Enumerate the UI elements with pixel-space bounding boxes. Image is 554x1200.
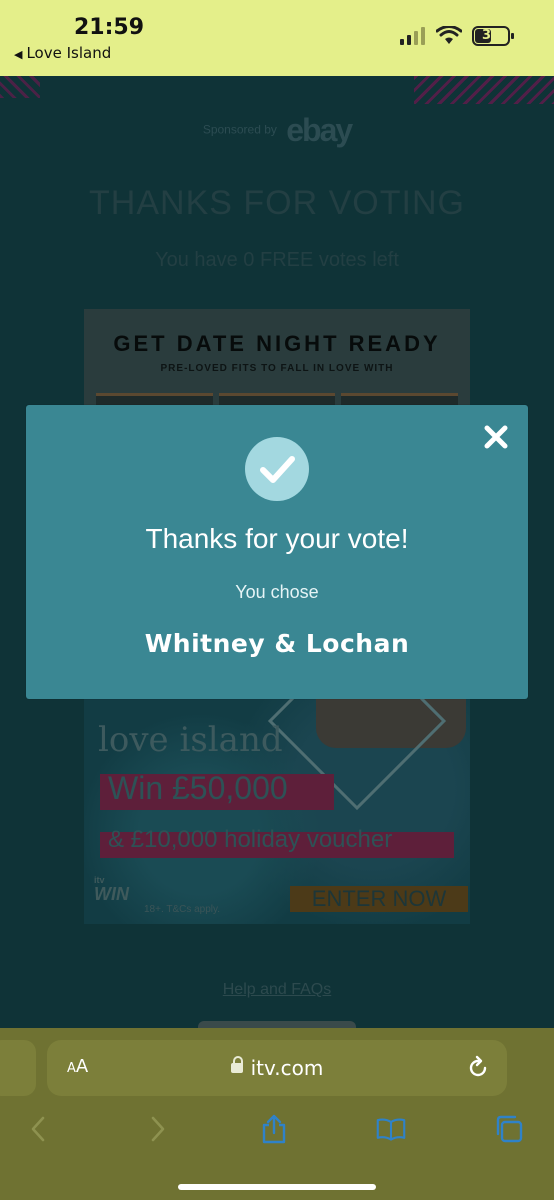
- decorative-stripes-left: [0, 76, 40, 98]
- bookmarks-icon[interactable]: [376, 1114, 406, 1144]
- status-icons: 37: [400, 26, 514, 46]
- back-app-label: Love Island: [26, 44, 112, 62]
- win-amount-text: Win £50,000: [108, 770, 288, 806]
- holiday-voucher-text: & £10,000 holiday voucher: [108, 826, 393, 853]
- url-text: itv.com: [250, 1056, 324, 1080]
- forward-icon[interactable]: [142, 1114, 172, 1144]
- battery-level: 37: [481, 28, 501, 43]
- enter-now-button[interactable]: ENTER NOW: [290, 886, 468, 912]
- sponsored-label: Sponsored by: [202, 122, 277, 137]
- battery-icon: 37: [472, 26, 514, 46]
- help-faqs-link[interactable]: Help and FAQs: [0, 981, 554, 999]
- vote-confirmation-modal: Thanks for your vote! You chose Whitney …: [26, 405, 528, 699]
- reload-icon[interactable]: [465, 1055, 491, 1081]
- browser-chrome: AA itv.com: [0, 1028, 554, 1200]
- page-footer-tab: [198, 1021, 356, 1028]
- tabs-icon[interactable]: [494, 1114, 524, 1144]
- back-icon[interactable]: [24, 1114, 54, 1144]
- win-competition-banner[interactable]: love island Win £50,000 & £10,000 holida…: [84, 698, 470, 924]
- terms-text: 18+. T&Cs apply.: [144, 904, 221, 915]
- itv-win-logo: itv WIN: [94, 876, 129, 905]
- url-display[interactable]: itv.com: [47, 1055, 507, 1080]
- chosen-couple: Whitney & Lochan: [144, 629, 410, 658]
- back-to-app-button[interactable]: ◀ Love Island: [14, 44, 111, 62]
- close-icon[interactable]: [482, 423, 510, 451]
- decorative-stripes-right: [414, 76, 554, 104]
- itv-brand-small: itv: [94, 875, 105, 885]
- lock-icon: [230, 1055, 243, 1073]
- address-bar[interactable]: AA itv.com: [47, 1040, 507, 1096]
- status-bar: 21:59 ◀ Love Island 37: [0, 0, 554, 76]
- status-time: 21:59: [74, 15, 145, 40]
- home-indicator: [178, 1184, 376, 1190]
- previous-tab[interactable]: [0, 1040, 36, 1096]
- modal-subtitle: You chose: [235, 582, 319, 602]
- signal-icon: [400, 27, 425, 45]
- wifi-icon: [436, 26, 462, 44]
- sponsor-line: Sponsored by ebay: [0, 112, 554, 149]
- win-brand: WIN: [94, 884, 129, 904]
- checkmark-icon: [245, 437, 309, 501]
- modal-title: Thanks for your vote!: [145, 523, 409, 554]
- ebay-logo: ebay: [286, 112, 353, 148]
- votes-left-text: You have 0 FREE votes left: [155, 249, 399, 271]
- love-island-logo: love island: [98, 720, 283, 760]
- advert-title: GET DATE NIGHT READY: [113, 331, 441, 356]
- advert-subtitle: PRE-LOVED FITS TO FALL IN LOVE WITH: [160, 363, 394, 374]
- page-heading: THANKS FOR VOTING: [89, 184, 465, 222]
- back-triangle-icon: ◀: [14, 48, 23, 61]
- ebay-advert[interactable]: GET DATE NIGHT READY PRE-LOVED FITS TO F…: [84, 309, 470, 409]
- share-icon[interactable]: [259, 1114, 289, 1144]
